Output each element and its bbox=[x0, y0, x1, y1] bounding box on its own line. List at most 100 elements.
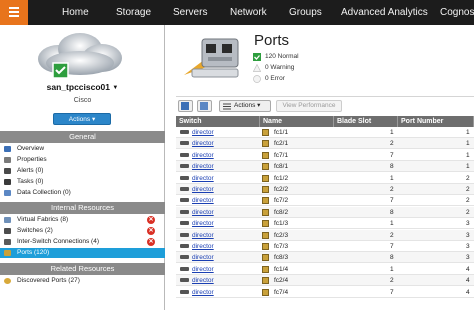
nav-groups[interactable]: Groups bbox=[289, 0, 322, 25]
sidebar-item-tasks[interactable]: Tasks (0) bbox=[0, 177, 165, 187]
sidebar-item-alerts[interactable]: Alerts (0) bbox=[0, 166, 165, 176]
caret-down-icon: ▾ bbox=[91, 116, 96, 123]
port-icon bbox=[262, 243, 269, 250]
table-row[interactable]: director fc2/4 2 4 bbox=[176, 275, 474, 287]
port-icon bbox=[262, 163, 269, 171]
port-icon bbox=[262, 186, 269, 193]
export-button[interactable] bbox=[197, 100, 212, 112]
section-header-related-resources: Related Resources bbox=[0, 263, 165, 275]
switch-link[interactable]: director bbox=[192, 161, 214, 172]
switch-link[interactable]: director bbox=[192, 184, 214, 195]
port-number: 1 bbox=[466, 129, 470, 136]
port-name: fc1/4 bbox=[274, 265, 289, 273]
sidebar-item-discovered-ports[interactable]: Discovered Ports (27) bbox=[0, 276, 165, 286]
app-logo[interactable] bbox=[0, 0, 28, 25]
switch-link[interactable]: director bbox=[192, 173, 214, 184]
switch-link[interactable]: director bbox=[192, 275, 214, 286]
device-actions-button[interactable]: Actions ▾ bbox=[53, 113, 111, 125]
nav-advanced-analytics[interactable]: Advanced Analytics bbox=[341, 0, 428, 25]
column-header-port-number[interactable]: Port Number bbox=[398, 116, 474, 127]
switch-link[interactable]: director bbox=[192, 252, 214, 263]
table-row[interactable]: director fc7/1 7 1 bbox=[176, 150, 474, 161]
switch-icon bbox=[180, 255, 189, 260]
sidebar-item-label: Inter-Switch Connections (4) bbox=[17, 238, 100, 245]
sidebar-item-virtual-fabrics[interactable]: Virtual Fabrics (8) ✕ bbox=[0, 215, 165, 225]
switch-icon bbox=[180, 198, 189, 203]
sidebar-item-properties[interactable]: Properties bbox=[0, 155, 165, 165]
main-content: Ports 120 Normal 0 Warning 0 Error Actio… bbox=[166, 25, 474, 310]
table-row[interactable]: director fc8/1 8 1 bbox=[176, 161, 474, 173]
table-row[interactable]: director fc2/1 2 1 bbox=[176, 138, 474, 150]
port-icon bbox=[4, 250, 11, 256]
port-number: 2 bbox=[466, 197, 470, 205]
switch-link[interactable]: director bbox=[192, 207, 214, 218]
sidebar-item-overview[interactable]: Overview bbox=[0, 144, 165, 154]
column-header-name[interactable]: Name bbox=[260, 116, 334, 127]
port-icon bbox=[262, 288, 269, 296]
sidebar-item-label: Alerts (0) bbox=[17, 167, 44, 174]
column-header-switch[interactable]: Switch bbox=[176, 116, 260, 127]
blade-slot: 1 bbox=[390, 174, 394, 182]
switch-link[interactable]: director bbox=[192, 195, 214, 206]
error-status-icon: ✕ bbox=[147, 238, 155, 246]
table-row[interactable]: director fc2/3 2 3 bbox=[176, 229, 474, 241]
overview-icon bbox=[4, 146, 11, 152]
port-number: 3 bbox=[466, 254, 470, 262]
sidebar-item-ports[interactable]: Ports (120) bbox=[0, 248, 165, 258]
port-icon bbox=[262, 140, 269, 148]
table-row[interactable]: director fc7/2 7 2 bbox=[176, 195, 474, 207]
table-row[interactable]: director fc1/3 1 3 bbox=[176, 218, 474, 230]
switch-link[interactable]: director bbox=[192, 230, 214, 241]
sidebar-item-data-collection[interactable]: Data Collection (0) bbox=[0, 188, 165, 198]
table-actions-dropdown[interactable]: Actions ▾ bbox=[219, 100, 271, 112]
port-icon bbox=[262, 277, 269, 285]
fabric-icon bbox=[4, 217, 11, 223]
switch-link[interactable]: director bbox=[192, 241, 214, 252]
port-name: fc2/3 bbox=[274, 231, 289, 239]
port-name: fc8/3 bbox=[274, 254, 289, 262]
switch-link[interactable]: director bbox=[192, 218, 214, 229]
nav-cognos[interactable]: Cognos bbox=[440, 0, 474, 25]
logo-icon bbox=[9, 7, 19, 17]
sidebar-item-label: Data Collection (0) bbox=[17, 189, 71, 196]
switch-link[interactable]: director bbox=[192, 287, 214, 298]
blade-slot: 7 bbox=[390, 243, 394, 250]
sidebar-item-label: Overview bbox=[17, 145, 45, 152]
column-header-blade-slot[interactable]: Blade Slot bbox=[334, 116, 398, 127]
normal-check-icon bbox=[253, 53, 261, 61]
device-vendor: Cisco bbox=[73, 97, 92, 104]
device-actions-label: Actions bbox=[68, 116, 91, 123]
port-name: fc2/4 bbox=[274, 277, 289, 285]
sidebar-item-label: Tasks (0) bbox=[17, 178, 44, 185]
switch-link[interactable]: director bbox=[192, 264, 214, 275]
table-row[interactable]: director fc1/2 1 2 bbox=[176, 173, 474, 184]
blade-slot: 2 bbox=[390, 231, 394, 239]
left-panel: san_tpccisco01 ▼ Cisco Actions ▾ General… bbox=[0, 25, 165, 310]
switch-link[interactable]: director bbox=[192, 138, 214, 149]
nav-storage[interactable]: Storage bbox=[116, 0, 151, 25]
table-row[interactable]: director fc7/3 7 3 bbox=[176, 241, 474, 252]
switch-link[interactable]: director bbox=[192, 150, 214, 161]
error-icon bbox=[253, 75, 261, 83]
table-row[interactable]: director fc1/4 1 4 bbox=[176, 264, 474, 275]
table-row[interactable]: director fc2/2 2 2 bbox=[176, 184, 474, 195]
table-row[interactable]: director fc8/3 8 3 bbox=[176, 252, 474, 264]
sidebar-item-switches[interactable]: Switches (2) ✕ bbox=[0, 226, 165, 236]
table-row[interactable]: director fc7/4 7 4 bbox=[176, 287, 474, 298]
nav-servers[interactable]: Servers bbox=[173, 0, 207, 25]
table-row[interactable]: director fc8/2 8 2 bbox=[176, 206, 474, 218]
port-icon bbox=[262, 254, 269, 262]
status-warning-label: 0 Warning bbox=[265, 64, 295, 71]
refresh-button[interactable] bbox=[178, 100, 193, 112]
switch-link[interactable]: director bbox=[192, 127, 214, 138]
sidebar-item-inter-switch-connections[interactable]: Inter-Switch Connections (4) ✕ bbox=[0, 237, 165, 247]
device-name-dropdown[interactable]: san_tpccisco01 ▼ bbox=[0, 82, 165, 92]
switch-icon bbox=[180, 130, 189, 134]
switch-icon bbox=[180, 175, 189, 180]
nav-network[interactable]: Network bbox=[230, 0, 267, 25]
data-collection-icon bbox=[4, 190, 11, 196]
port-icon bbox=[262, 265, 269, 273]
view-performance-button[interactable]: View Performance bbox=[276, 100, 342, 112]
nav-home[interactable]: Home bbox=[62, 0, 89, 25]
table-row[interactable]: director fc1/1 1 1 bbox=[176, 127, 474, 138]
